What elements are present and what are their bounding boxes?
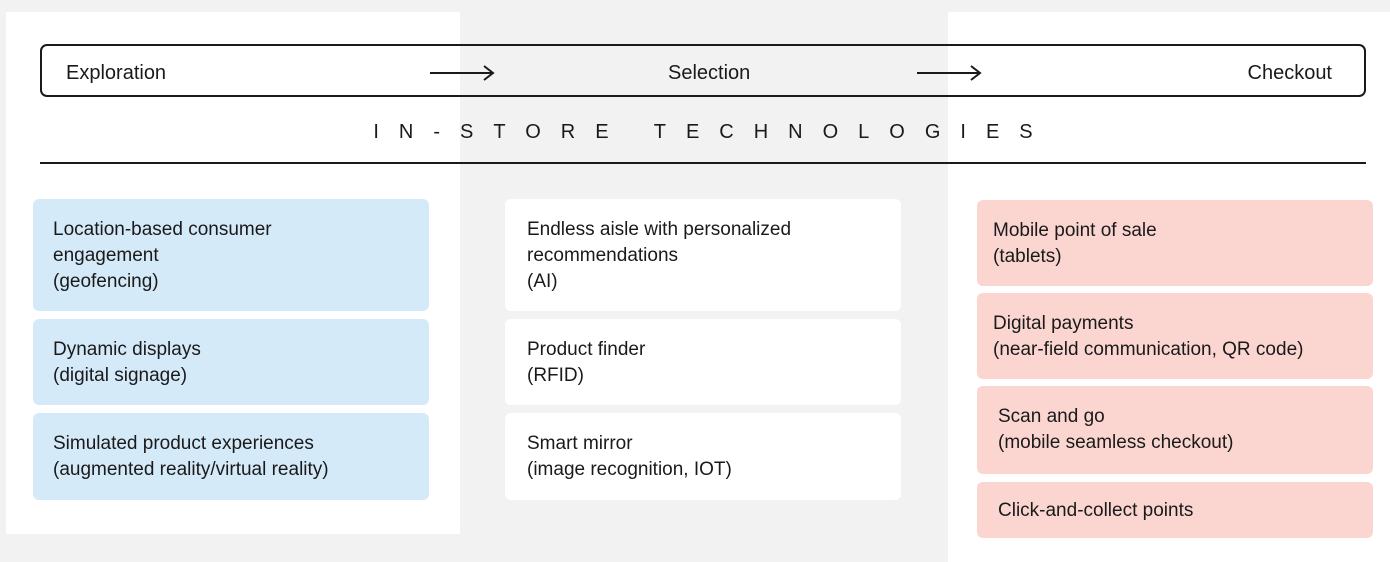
card-line: Product finder: [527, 339, 646, 360]
card-line: (geofencing): [53, 271, 159, 292]
card-line: Smart mirror: [527, 433, 633, 454]
tech-card-scan-and-go: Scan and go (mobile seamless checkout): [977, 386, 1373, 474]
card-line: engagement: [53, 245, 159, 266]
stage-checkout: Checkout: [1247, 62, 1333, 84]
card-line: (AI): [527, 271, 558, 292]
tech-card-click-and-collect: Click-and-collect points: [977, 482, 1373, 538]
card-line: (RFID): [527, 365, 584, 386]
card-line: (tablets): [993, 246, 1062, 267]
card-line: Scan and go: [998, 406, 1105, 427]
card-line: Dynamic displays: [53, 339, 201, 360]
section-divider: [40, 162, 1366, 164]
card-line: (near-field communication, QR code): [993, 339, 1304, 360]
tech-card-product-finder: Product finder (RFID): [505, 319, 901, 405]
tech-card-digital-signage: Dynamic displays (digital signage): [33, 319, 429, 405]
card-line: Simulated product experiences: [53, 433, 314, 454]
card-line: (image recognition, IOT): [527, 459, 732, 480]
tech-card-ar-vr: Simulated product experiences (augmented…: [33, 413, 429, 500]
right-arrow-icon: [430, 65, 495, 81]
stage-selection: Selection: [668, 62, 751, 84]
card-line: (augmented reality/virtual reality): [53, 459, 329, 480]
card-line: (mobile seamless checkout): [998, 432, 1234, 453]
right-arrow-icon: [917, 65, 982, 81]
tech-card-endless-aisle: Endless aisle with personalized recommen…: [505, 199, 901, 311]
card-line: Location-based consumer: [53, 219, 272, 240]
card-line: Endless aisle with personalized: [527, 219, 792, 240]
section-title: IN-STORE TECHNOLOGIES: [373, 121, 1053, 143]
card-line: (digital signage): [53, 365, 188, 386]
tech-card-digital-payments: Digital payments (near-field communicati…: [977, 293, 1373, 379]
tech-card-smart-mirror: Smart mirror (image recognition, IOT): [505, 413, 901, 500]
tech-card-mobile-pos: Mobile point of sale (tablets): [977, 200, 1373, 286]
customer-journey-bar: Exploration Selection Checkout: [40, 44, 1366, 97]
card-line: Mobile point of sale: [993, 220, 1157, 241]
card-line: recommendations: [527, 245, 679, 266]
stage-exploration: Exploration: [66, 62, 167, 84]
card-line: Click-and-collect points: [998, 500, 1194, 521]
card-line: Digital payments: [993, 313, 1134, 334]
tech-card-geofencing: Location-based consumer engagement (geof…: [33, 199, 429, 311]
